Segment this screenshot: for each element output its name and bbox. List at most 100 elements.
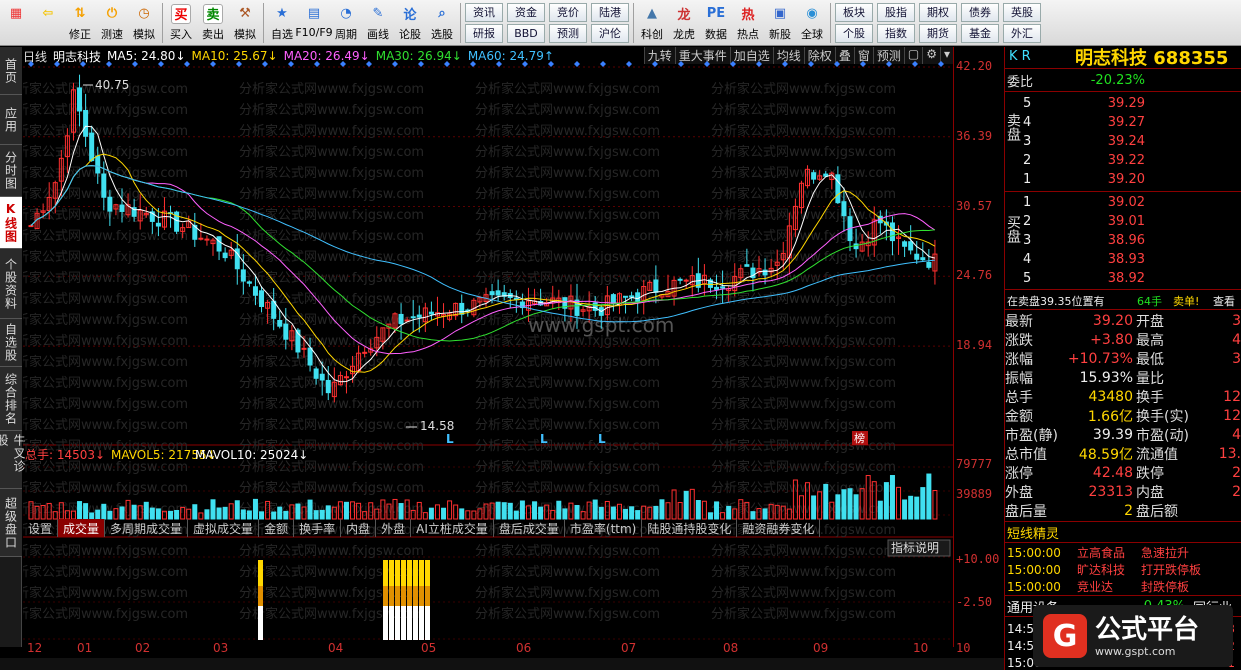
toolbar-small-button[interactable]: 债券 <box>961 2 999 22</box>
divider <box>1005 521 1241 522</box>
grid-button[interactable]: ▦ <box>0 1 32 45</box>
toolbar-small-button[interactable]: 资金 <box>507 2 545 22</box>
toolbar-small-button[interactable]: 外汇 <box>1003 23 1041 43</box>
indicator-tab[interactable]: 换手率 <box>294 519 342 537</box>
side-tab-0[interactable]: 首页 <box>0 47 22 95</box>
volume-bar <box>920 487 926 520</box>
event-marker-icon <box>886 61 892 67</box>
watermark-text: 分析家公式网www.fxjgsw.com <box>23 417 188 433</box>
indicator-bar <box>425 606 430 640</box>
side-tab-5[interactable]: 自选股 <box>0 319 22 367</box>
star-button[interactable]: ★ 自选 <box>266 1 298 45</box>
stat-value: 1.66亿 <box>1087 408 1133 425</box>
side-tab-7[interactable]: 牛叉诊股 <box>0 431 26 489</box>
watermark-text: 分析家公式网www.fxjgsw.com <box>239 375 424 391</box>
indicator-bar <box>419 606 424 640</box>
indicator-bar <box>413 560 418 586</box>
watermark-text: 分析家公式网www.fxjgsw.com <box>23 228 188 244</box>
toolbar-small-button[interactable]: 股指 <box>877 2 915 22</box>
arrow-updown-button[interactable]: ⇅ 修正 <box>64 1 96 45</box>
elf-time: 15:00:00 <box>1007 579 1061 594</box>
indicator-tab[interactable]: 设置 <box>23 519 59 537</box>
power-button[interactable]: ⏻ 测速 <box>96 1 128 45</box>
toolbar-small-button[interactable]: 预测 <box>549 23 587 43</box>
f10-icon: ▤ <box>307 6 321 21</box>
side-tab-8[interactable]: 超级盘口 <box>0 489 22 557</box>
toolbar-button-label: 论股 <box>399 27 421 41</box>
hammer-button[interactable]: ⚒ 模拟 <box>229 1 261 45</box>
dragon-button[interactable]: 龙龙虎 <box>668 1 700 45</box>
stat-label: 总市值 <box>1005 446 1047 463</box>
toolbar-small-button[interactable]: 英股 <box>1003 2 1041 22</box>
toolbar-small-button[interactable]: 期货 <box>919 23 957 43</box>
stat-label: 金额 <box>1005 408 1033 425</box>
divider <box>1005 68 1241 69</box>
toolbar-small-button[interactable]: 期权 <box>919 2 957 22</box>
toolbar-small-button[interactable]: 板块 <box>835 2 873 22</box>
discuss-button[interactable]: 论论股 <box>394 1 426 45</box>
side-tab-3[interactable]: K线图 <box>0 197 22 249</box>
indicator-tab[interactable]: 多周期成交量 <box>105 519 189 537</box>
toolbar-small-button[interactable]: 竞价 <box>549 2 587 22</box>
indicator-tab[interactable]: 陆股通持股变化 <box>642 519 738 537</box>
buy-button[interactable]: 买买入 <box>165 1 197 45</box>
cycle-icon: ◔ <box>340 6 352 21</box>
f10-button[interactable]: ▤ F10/F9 <box>295 1 332 45</box>
indicator-bar <box>383 586 388 606</box>
indicator-tab[interactable]: 盘后成交量 <box>494 519 565 537</box>
watermark-text: 分析家公式网www.fxjgsw.com <box>23 123 188 139</box>
search-button[interactable]: ⌕ 选股 <box>426 1 458 45</box>
toolbar-small-button[interactable]: 研报 <box>465 23 503 43</box>
side-tab-2[interactable]: 分时图 <box>0 145 22 197</box>
toolbar-small-button[interactable]: 资讯 <box>465 2 503 22</box>
hot-button[interactable]: 热热点 <box>732 1 764 45</box>
side-tab-1[interactable]: 应用 <box>0 95 22 145</box>
sell-button[interactable]: 卖卖出 <box>197 1 229 45</box>
cycle-button[interactable]: ◔ 周期 <box>330 1 362 45</box>
toolbar-pair: 板块 个股 <box>835 2 873 43</box>
indicator-tab[interactable]: 市盈率(ttm) <box>565 519 643 537</box>
volume-bar <box>307 499 313 520</box>
toolbar-small-button[interactable]: 指数 <box>877 23 915 43</box>
side-tab-6[interactable]: 综合排名 <box>0 367 22 431</box>
pe-icon: PE <box>706 6 726 21</box>
indicator-tab[interactable]: 虚拟成交量 <box>188 519 260 537</box>
candle-body <box>319 373 325 381</box>
chart-button[interactable]: ▲ 科创 <box>636 1 668 45</box>
volume-bar <box>174 509 180 520</box>
toolbar-small-button[interactable]: 基金 <box>961 23 999 43</box>
high-price-label: 40.75 <box>95 78 129 92</box>
quote-row: 4 39.27 <box>1005 113 1241 132</box>
stat-value: 39.20 <box>1092 312 1133 329</box>
indicator-tab[interactable]: 外盘 <box>376 519 412 537</box>
toolbar-small-button[interactable]: 沪伦 <box>591 23 629 43</box>
candle-body <box>835 174 841 204</box>
kline-chart-area[interactable]: 日线 明志科技 MA5: 24.80↓ MA10: 25.67↓ MA20: 26.… <box>23 47 953 647</box>
globe-button[interactable]: ◉ 全球 <box>796 1 828 45</box>
indicator-tab[interactable]: AI立桩成交量 <box>411 519 494 537</box>
watermark-text: 分析家公式网www.fxjgsw.com <box>23 354 188 370</box>
ipo-button[interactable]: ▣ 新股 <box>764 1 796 45</box>
pe-button[interactable]: PE 数据 <box>700 1 732 45</box>
toolbar-small-button[interactable]: 个股 <box>835 23 873 43</box>
toolbar-small-button[interactable]: BBD <box>507 23 545 43</box>
indicator-tab[interactable]: 内盘 <box>341 519 377 537</box>
stat-value: 23313 <box>1088 483 1133 500</box>
toolbar-small-button[interactable]: 陆港 <box>591 2 629 22</box>
watermark-text: 分析家公式网www.fxjgsw.com <box>711 333 896 349</box>
back-arrow-button[interactable]: ⇦ <box>32 1 64 45</box>
volume-bar <box>441 507 447 520</box>
indicator-tab[interactable]: 金额 <box>259 519 295 537</box>
candle-body <box>720 286 726 289</box>
indicator-tab[interactable]: 成交量 <box>58 519 106 537</box>
toolbar-divider <box>830 2 831 43</box>
candle-body <box>83 109 89 137</box>
event-marker-icon <box>600 61 606 67</box>
event-marker-icon <box>730 61 736 67</box>
volume-bar <box>635 510 641 520</box>
pencil-button[interactable]: ✎ 画线 <box>362 1 394 45</box>
indicator-tab[interactable]: 融资融券变化 <box>737 519 821 537</box>
side-tab-4[interactable]: 个股资料 <box>0 249 22 319</box>
watermark-text: 分析家公式网www.fxjgsw.com <box>475 186 660 202</box>
clock-button[interactable]: ◷ 模拟 <box>128 1 160 45</box>
